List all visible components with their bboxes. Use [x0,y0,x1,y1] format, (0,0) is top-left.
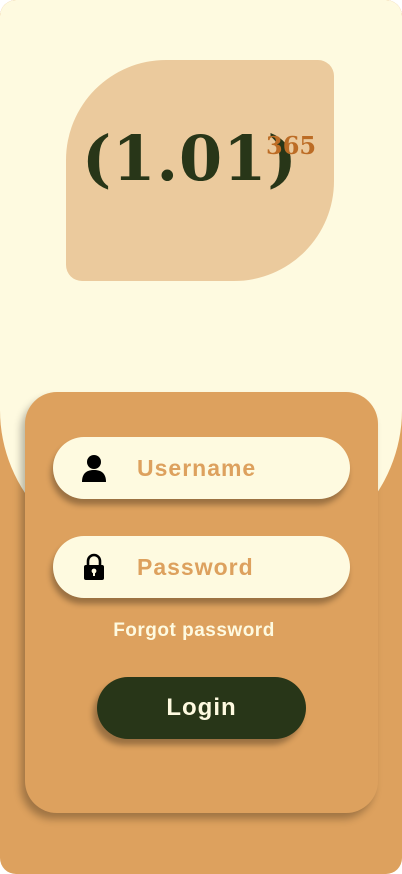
logo-exponent: 365 [266,131,317,160]
lock-icon [81,553,107,581]
username-placeholder: Username [137,455,257,481]
password-field[interactable]: Password [53,536,350,598]
login-screen: (1.01) 365 Username Password Forgot pass… [0,0,402,874]
forgot-password-link[interactable]: Forgot password [0,620,388,642]
user-icon [81,454,107,482]
login-button[interactable]: Login [97,677,306,739]
password-placeholder: Password [137,554,254,580]
username-field[interactable]: Username [53,437,350,499]
